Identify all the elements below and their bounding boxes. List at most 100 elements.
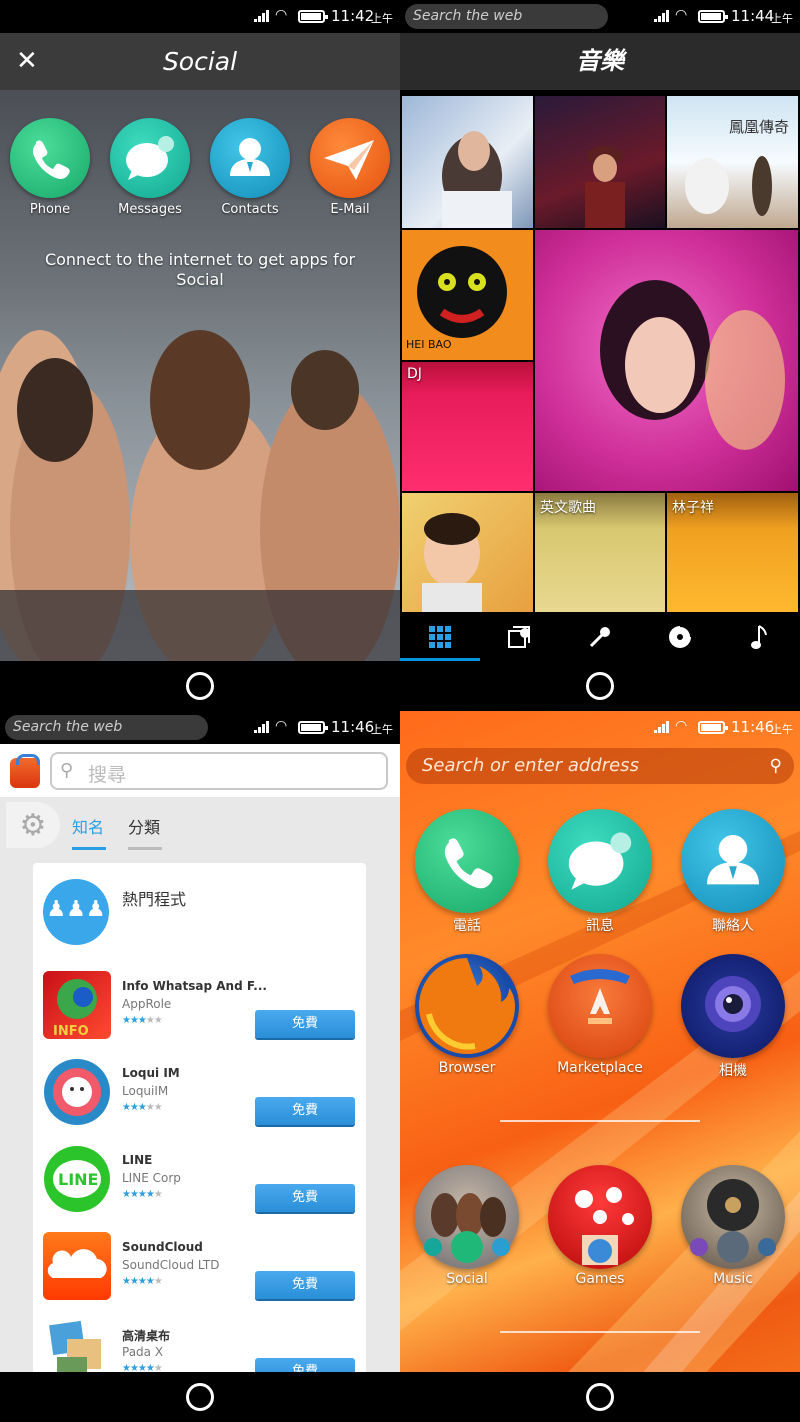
app-icon: LINE [43,1145,111,1213]
app-label: 訊息 [586,918,614,934]
wifi-icon: ◠ [675,7,688,23]
messages-app[interactable]: 訊息 [548,809,652,935]
navigation-bar [400,661,800,711]
list-item[interactable]: SoundCloud SoundCloud LTD ★★★★★ 免費 [43,1232,363,1312]
web-search-bar[interactable]: Search the web [5,715,208,740]
tab-underline [72,847,106,850]
contacts-app[interactable]: 聯絡人 [681,809,785,935]
status-ampm: 上午 [771,723,793,736]
home-button[interactable] [186,672,214,700]
signal-icon [254,721,270,733]
battery-icon [698,721,728,734]
messages-app[interactable]: Messages [110,118,190,217]
navigation-bar [400,1372,800,1422]
tab-categories[interactable]: 分類 [128,814,160,838]
free-button[interactable]: 免費 [255,1010,355,1038]
microphone-icon [589,626,610,647]
app-label: 聯絡人 [712,918,754,934]
album-tile[interactable]: HEI BAO [402,230,533,360]
battery-icon [698,10,728,23]
home-button[interactable] [586,1383,614,1411]
album-tile[interactable] [402,96,533,228]
connect-message: Connect to the internet to get apps for … [44,250,356,289]
app-rating: ★★★★★ [122,1276,163,1287]
messages-label: Messages [118,202,182,217]
svg-text:HEI BAO: HEI BAO [406,338,452,351]
grid-icon [429,625,451,648]
address-placeholder: Search or enter address [422,755,639,776]
app-developer: SoundCloud LTD [122,1258,220,1272]
disc-icon [669,624,692,648]
games-collection[interactable]: Games [548,1165,652,1287]
app-label: Games [575,1271,625,1287]
status-bar: ◠ 11:46 上午 [400,711,800,744]
app-label: Social [446,1271,488,1287]
app-name: Loqui IM [122,1066,180,1080]
album-tile[interactable] [535,96,665,228]
navigation-bar [0,661,400,711]
collection-title: Social [162,47,238,76]
tab-popular[interactable]: 知名 [72,814,104,838]
games-collection-icon [548,1165,652,1269]
section-title: 熱門程式 [122,890,187,909]
wifi-icon: ◠ [675,718,688,734]
email-icon [310,118,390,198]
grid-divider [500,1120,700,1122]
free-button[interactable]: 免費 [255,1184,355,1212]
email-app[interactable]: E-Mail [310,118,390,217]
contacts-app[interactable]: Contacts [210,118,290,217]
app-name: Info Whatsap And F... [122,979,267,993]
home-button[interactable] [186,1383,214,1411]
social-collection[interactable]: Social [415,1165,519,1287]
app-rating: ★★★★★ [122,1015,163,1026]
status-time: 11:42 [331,7,375,25]
contacts-icon [681,809,785,913]
album-tile[interactable] [402,493,533,612]
app-label: Music [713,1271,753,1287]
list-item[interactable]: LINE LINE LINE Corp ★★★★★ 免費 [43,1145,363,1225]
home-button[interactable] [586,672,614,700]
free-button[interactable]: 免費 [255,1097,355,1125]
tab-mix[interactable] [400,612,480,661]
email-label: E-Mail [330,202,370,217]
marketplace-app[interactable]: Marketplace [548,954,652,1076]
app-developer: LINE Corp [122,1171,181,1185]
phone-icon [10,118,90,198]
tab-artists[interactable] [560,612,640,661]
list-item[interactable]: INFO Info Whatsap And F... AppRole ★★★★★… [43,971,363,1051]
wifi-icon: ◠ [275,7,288,23]
signal-icon [654,10,670,22]
app-icon: INFO [43,971,111,1039]
signal-icon [254,10,270,22]
social-collection-icon [415,1165,519,1269]
address-bar[interactable]: Search or enter address ⚲ [406,748,794,784]
album-tile[interactable]: 林子祥 [667,493,798,612]
music-collection[interactable]: Music [681,1165,785,1287]
phone-icon [415,809,519,913]
marketplace-search-input[interactable]: ⚲ 搜尋 [50,752,388,790]
music-note-icon [751,624,767,649]
tab-songs[interactable] [720,612,800,661]
tab-playlists[interactable] [480,612,560,661]
dialer-app[interactable]: 電話 [415,809,519,935]
free-button[interactable]: 免費 [255,1271,355,1299]
svg-text:鳳凰傳奇: 鳳凰傳奇 [729,118,789,136]
app-label: Browser [438,1060,496,1076]
web-search-bar[interactable]: Search the web [405,4,608,29]
settings-gear-icon[interactable]: ⚙ [6,802,60,848]
background-photo [0,330,400,661]
status-ampm: 上午 [771,12,793,25]
album-tile[interactable] [535,230,798,491]
list-item[interactable]: Loqui IM LoquiIM ★★★★★ 免費 [43,1058,363,1138]
app-label: 相機 [719,1063,747,1079]
app-rating: ★★★★★ [122,1102,163,1113]
status-time: 11:46 [731,718,775,736]
browser-app[interactable]: Browser [415,954,519,1076]
album-tile[interactable]: 鳳凰傳奇 [667,96,798,228]
tab-albums[interactable] [640,612,720,661]
album-tile[interactable]: DJ [402,362,533,491]
phone-app[interactable]: Phone [10,118,90,217]
album-grid: 鳳凰傳奇 HEI BAO DJ 英文歌曲 林子祥 [400,90,800,612]
album-tile[interactable]: 英文歌曲 [535,493,665,612]
camera-app[interactable]: 相機 [681,954,785,1080]
